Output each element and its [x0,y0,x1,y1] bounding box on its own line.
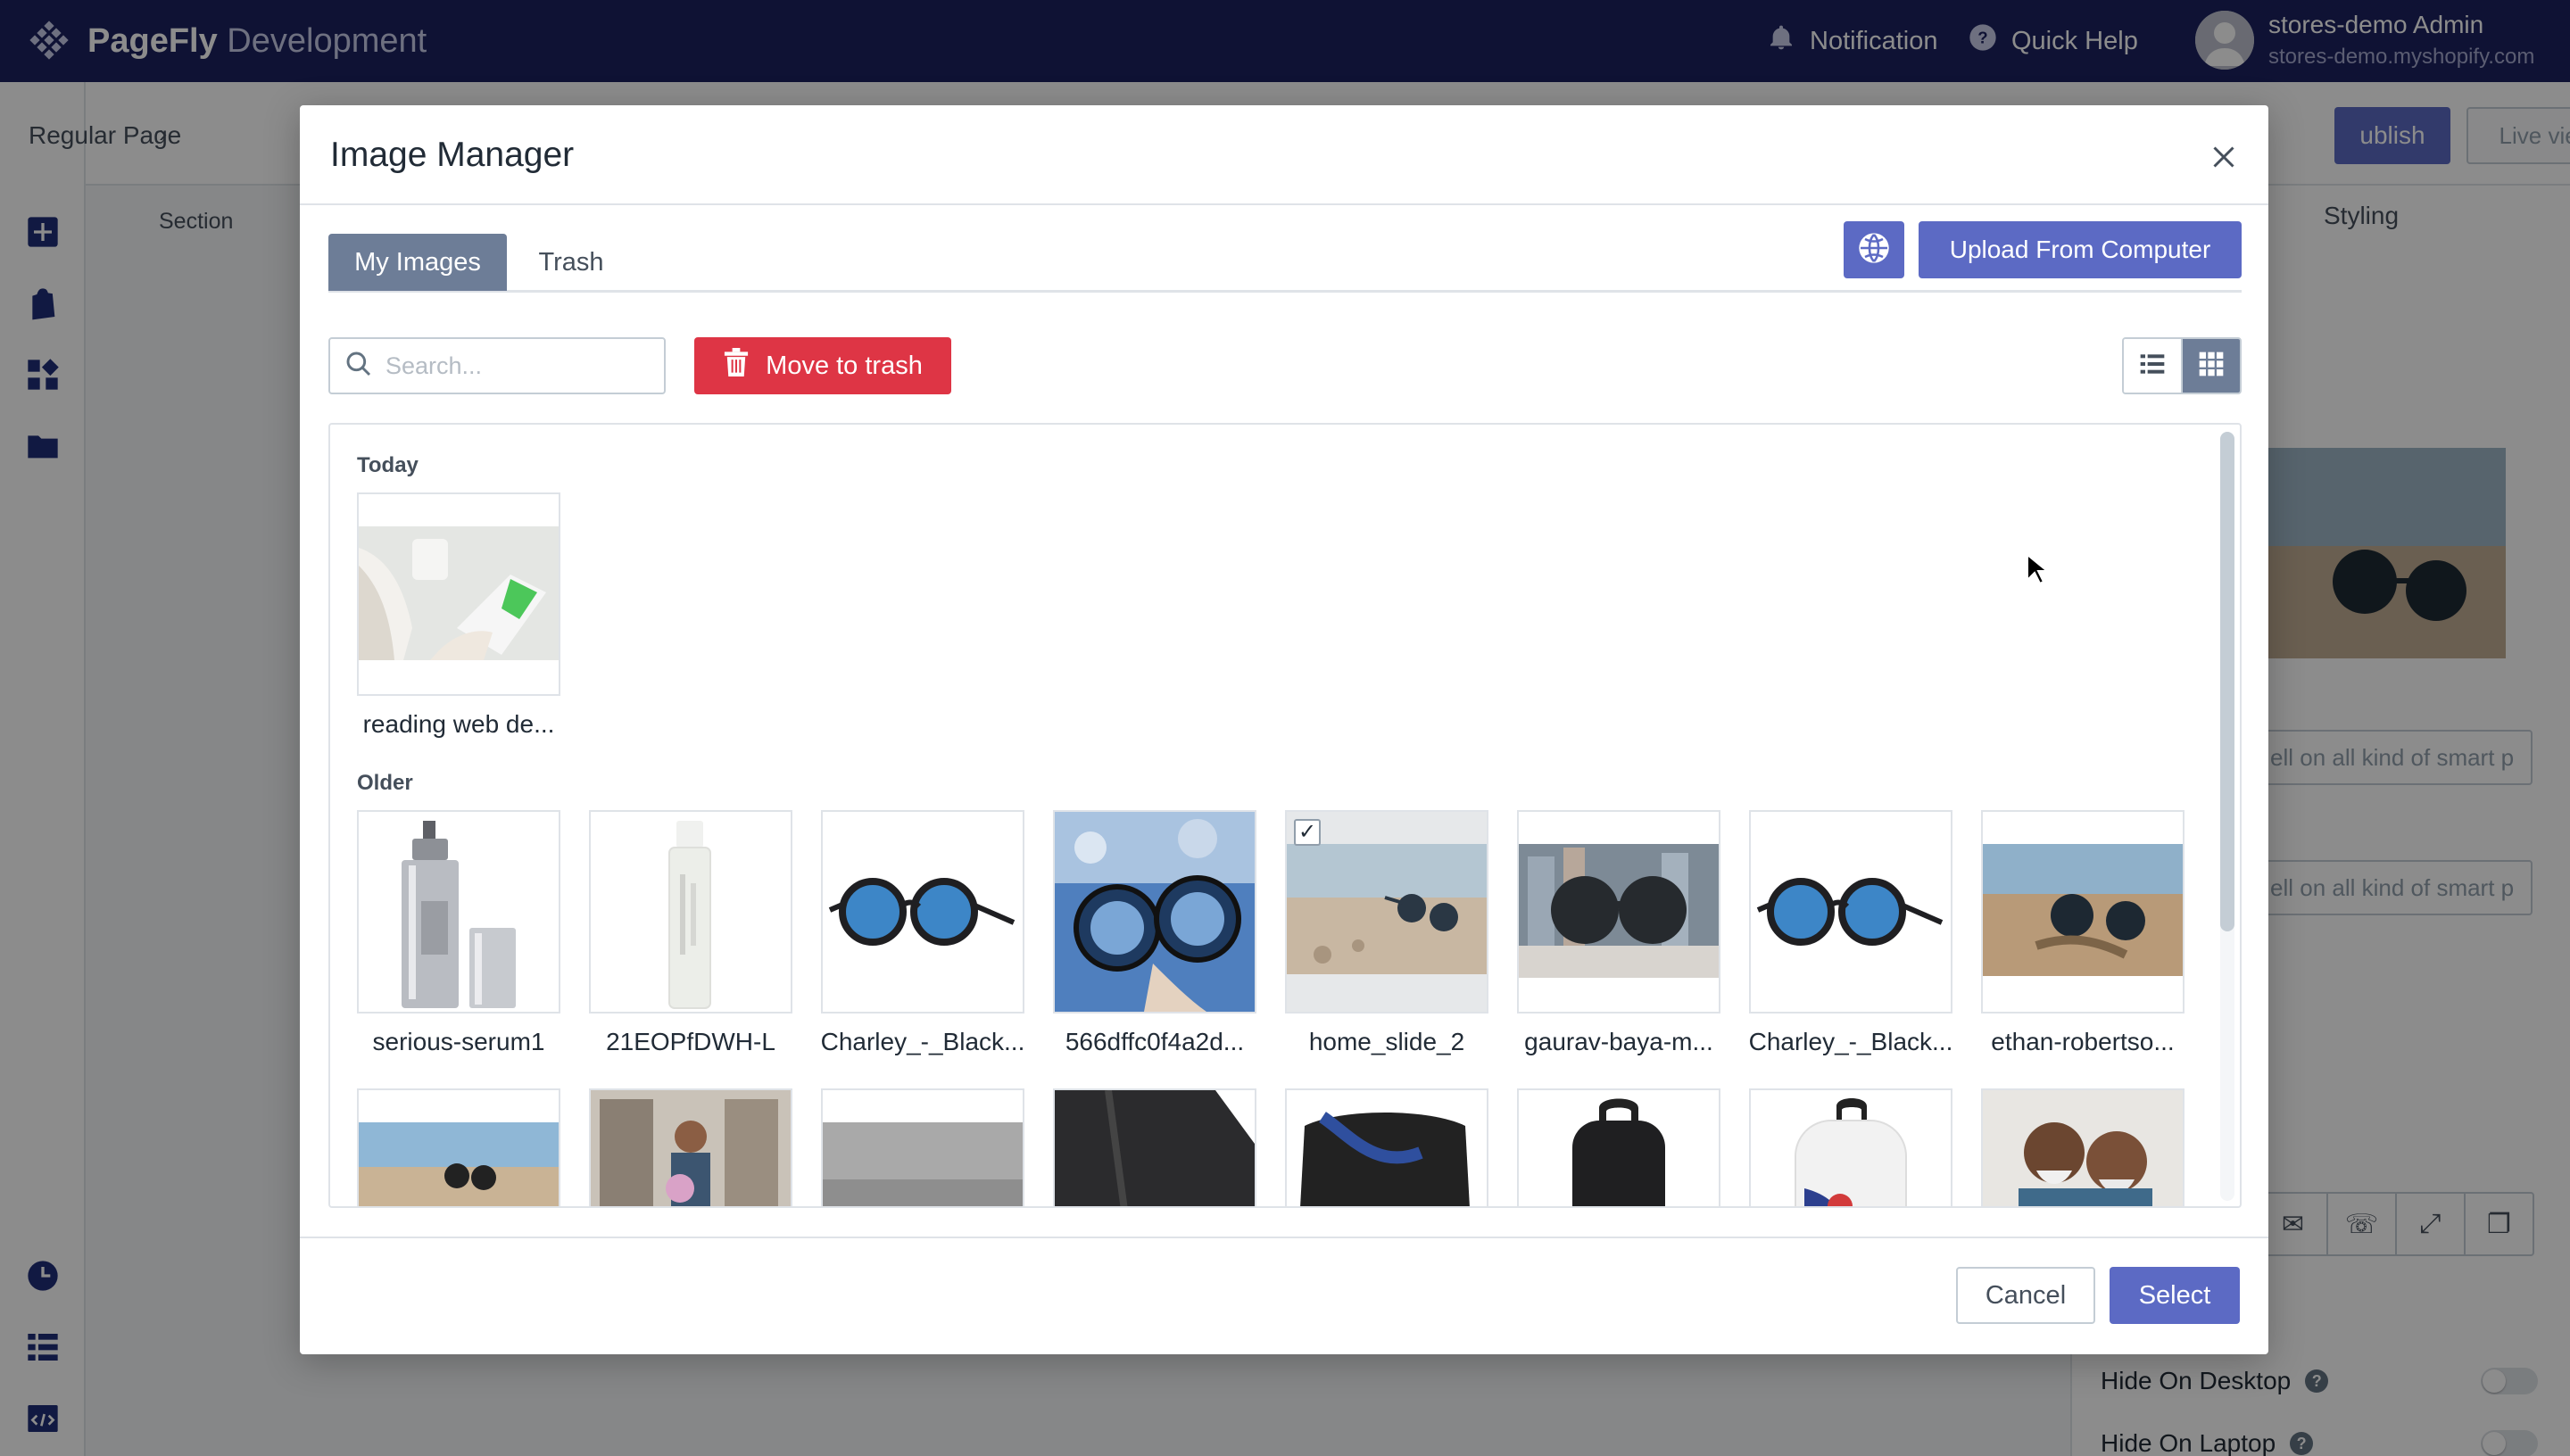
image-name: serious-serum1 [372,1028,545,1055]
move-to-trash-button[interactable]: Move to trash [694,337,951,394]
image-thumbnail[interactable] [1749,1088,1952,1206]
search-icon [344,350,373,383]
sunglasses-photo-icon [1751,812,1951,1012]
backpack-photo-icon [1287,1090,1487,1206]
image-gallery[interactable]: Today reading web de... Older serious-se… [328,423,2242,1208]
image-thumbnail[interactable] [1749,810,1952,1013]
image-thumbnail[interactable] [1517,1088,1720,1206]
upload-from-computer-button[interactable]: Upload From Computer [1919,221,2242,278]
list-view-button[interactable] [2124,339,2183,393]
move-to-trash-label: Move to trash [766,351,923,380]
select-button[interactable]: Select [2110,1267,2240,1324]
image-thumbnail[interactable] [589,1088,792,1206]
url-import-button[interactable] [1844,221,1904,278]
image-thumbnail[interactable] [821,1088,1024,1206]
view-mode-toggle [2122,337,2242,394]
checkbox-checked[interactable]: ✓ [1294,819,1321,846]
cancel-button[interactable]: Cancel [1956,1267,2095,1324]
close-icon[interactable] [2208,141,2240,173]
image-thumbnail[interactable] [1053,810,1256,1013]
modal-footer: Cancel Select [300,1237,2268,1354]
backpack-photo-icon [1055,1090,1255,1206]
grid-view-button[interactable] [2183,339,2240,393]
globe-icon [1856,230,1892,270]
gallery-scrollbar[interactable] [2220,432,2234,1201]
modal-title: Image Manager [330,136,575,174]
city-sunglasses-photo-icon [1519,812,1719,1012]
serum-bottle-photo-icon [359,812,559,1012]
scrollbar-thumb[interactable] [2220,432,2234,931]
image-name: Charley_-_Black... [820,1028,1025,1055]
list-icon [2138,350,2167,383]
grid-icon [2197,350,2226,383]
search-input[interactable] [386,352,653,380]
sunglasses-reflection-photo-icon [1055,812,1255,1012]
image-name: 566dffc0f4a2d... [1065,1028,1245,1055]
mouse-cursor-icon [2027,553,2049,585]
image-thumbnail[interactable] [1981,1088,2184,1206]
image-thumbnail[interactable] [589,810,792,1013]
image-name: reading web de... [362,710,555,738]
sand-sunglasses-photo-icon [1983,812,2183,1012]
image-thumbnail[interactable] [1981,810,2184,1013]
couple-photo-icon [1983,1090,2183,1206]
group-label-older: Older [357,771,413,795]
phone-reading-photo-icon [359,494,559,694]
trash-icon [723,348,750,384]
image-name: ethan-robertso... [1991,1028,2175,1055]
image-name: 21EOPfDWH-L [606,1028,775,1055]
image-thumbnail[interactable] [1285,1088,1488,1206]
gray-photo-icon [823,1090,1023,1206]
image-name: gaurav-baya-m... [1524,1028,1713,1055]
tab-my-images[interactable]: My Images [328,234,507,291]
image-thumbnail[interactable] [821,810,1024,1013]
serum-tube-photo-icon [591,812,791,1012]
tab-trash[interactable]: Trash [521,234,621,291]
modal-header: Image Manager [300,105,2268,205]
image-thumbnail[interactable] [357,492,560,696]
image-thumbnail[interactable] [1053,1088,1256,1206]
backpack-photo-icon [1751,1090,1951,1206]
store-person-photo-icon [591,1090,791,1206]
image-thumbnail[interactable] [1517,810,1720,1013]
image-name: Charley_-_Black... [1748,1028,1953,1055]
image-thumbnail-selected[interactable]: ✓ [1285,810,1488,1013]
image-thumbnail[interactable] [357,1088,560,1206]
image-name: home_slide_2 [1308,1028,1465,1055]
beach-photo-icon [359,1090,559,1206]
image-manager-modal: Image Manager My Images Trash Upload Fro… [300,105,2268,1354]
image-thumbnail[interactable] [357,810,560,1013]
backpack-photo-icon [1519,1090,1719,1206]
search-field[interactable] [328,337,666,394]
group-label-today: Today [357,453,419,477]
sunglasses-photo-icon [823,812,1023,1012]
